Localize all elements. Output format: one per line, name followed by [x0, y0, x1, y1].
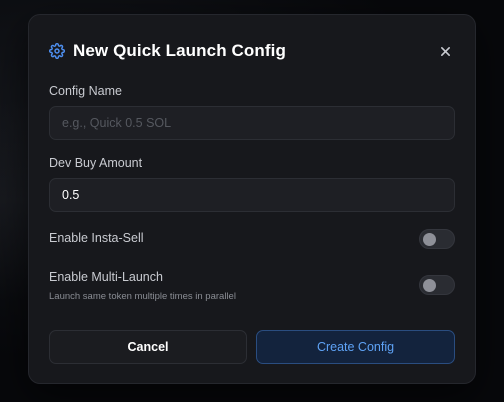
dev-buy-amount-value: 0.5 — [62, 188, 80, 202]
multi-launch-label: Enable Multi-Launch — [49, 270, 163, 284]
insta-sell-toggle[interactable] — [419, 229, 455, 249]
multi-launch-toggle[interactable] — [419, 275, 455, 295]
toggle-knob — [423, 233, 436, 246]
dev-buy-amount-input[interactable]: 0.5 — [49, 178, 455, 212]
multi-launch-hint: Launch same token multiple times in para… — [49, 291, 236, 302]
config-name-placeholder: e.g., Quick 0.5 SOL — [62, 116, 172, 130]
background-panel — [0, 100, 30, 300]
create-config-button[interactable]: Create Config — [256, 330, 455, 364]
close-icon — [440, 46, 450, 56]
dialog-header: New Quick Launch Config — [49, 39, 455, 63]
insta-sell-label: Enable Insta-Sell — [49, 231, 144, 245]
new-config-dialog: New Quick Launch Config Config Name e.g.… — [28, 14, 476, 384]
cancel-button[interactable]: Cancel — [49, 330, 247, 364]
dialog-title: New Quick Launch Config — [73, 41, 286, 60]
config-name-label: Config Name — [49, 84, 122, 98]
gear-icon — [49, 43, 65, 59]
dev-buy-amount-label: Dev Buy Amount — [49, 156, 143, 170]
toggle-knob — [423, 279, 436, 292]
config-name-input[interactable]: e.g., Quick 0.5 SOL — [49, 106, 455, 140]
close-button[interactable] — [435, 41, 455, 61]
